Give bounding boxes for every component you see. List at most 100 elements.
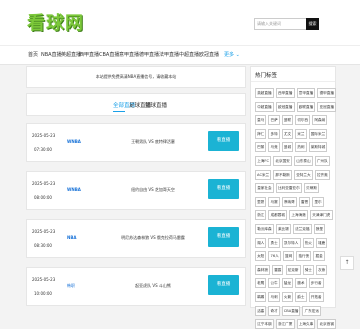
- tag-link[interactable]: 米兰: [295, 128, 307, 139]
- search-button[interactable]: 搜索: [306, 18, 319, 30]
- tag-link[interactable]: 拉齐奥: [314, 169, 330, 180]
- tag-link[interactable]: 皇马: [255, 115, 267, 126]
- nav-item-cba[interactable]: CBA直播: [99, 51, 119, 58]
- tag-link[interactable]: 曼城: [281, 142, 294, 153]
- tag-link[interactable]: 雄鹿: [316, 237, 328, 248]
- tag-link[interactable]: 德甲直播: [317, 88, 337, 98]
- tag-link[interactable]: 爵士: [295, 292, 307, 302]
- tag-link[interactable]: 热刺: [295, 142, 307, 153]
- tag-link[interactable]: 欧冠直播: [275, 101, 295, 112]
- tag-link[interactable]: 火箭: [281, 292, 294, 302]
- tag-link[interactable]: 老鹰: [255, 278, 267, 289]
- tag-link[interactable]: 魔术: [295, 278, 307, 289]
- watch-live-button[interactable]: 看直播: [208, 179, 239, 199]
- site-logo[interactable]: 看球网: [27, 9, 84, 35]
- tag-link[interactable]: 多特: [268, 128, 280, 139]
- tag-link[interactable]: 上海海港: [289, 210, 308, 221]
- tag-link[interactable]: 雷霆: [272, 264, 284, 275]
- tag-link[interactable]: 上海久事: [296, 319, 316, 329]
- tag-link[interactable]: 巴萨: [268, 115, 280, 126]
- tag-link[interactable]: 76人: [268, 251, 281, 262]
- tag-link[interactable]: 巴黎: [255, 142, 267, 153]
- tag-link[interactable]: 奇才: [268, 305, 280, 316]
- tag-link[interactable]: 凯尔特人: [281, 237, 301, 248]
- tag-link[interactable]: 公牛: [268, 278, 280, 289]
- tag-link[interactable]: 欧联直播: [296, 101, 316, 112]
- tag-link[interactable]: 尼克斯: [285, 264, 301, 275]
- tag-link[interactable]: 莱比锡: [275, 224, 291, 234]
- tag-link[interactable]: 鹈鹕: [255, 292, 267, 302]
- tag-link[interactable]: 开拓者: [308, 292, 324, 302]
- tag-link[interactable]: 浙江: [255, 210, 267, 221]
- tag-link[interactable]: 法兰克福: [292, 224, 312, 234]
- tag-link[interactable]: 浙江广厦: [275, 319, 295, 329]
- nav-item-bundesliga[interactable]: 德甲直播: [139, 51, 159, 58]
- tag-link[interactable]: 皇家社会: [255, 183, 274, 194]
- tag-link[interactable]: 摩纳哥: [281, 196, 297, 207]
- tag-link[interactable]: 切尔西: [295, 115, 311, 126]
- tag-link[interactable]: 湖人: [255, 237, 267, 248]
- nav-item-nba[interactable]: NBA直播: [41, 51, 62, 58]
- tag-link[interactable]: 灰熊: [316, 264, 328, 275]
- tag-link[interactable]: 上海FC: [255, 156, 272, 166]
- nav-item-serie-a[interactable]: 意甲直播: [119, 51, 139, 58]
- nav-item-ucl[interactable]: 欧冠直播: [199, 51, 219, 58]
- match-teams[interactable]: 起亚虎队 VS 斗山熊: [101, 283, 205, 289]
- tag-link[interactable]: 拜仁: [255, 128, 267, 139]
- match-teams[interactable]: 明尼苏达森林狼 VS 俄克拉荷马雷霆: [101, 235, 205, 241]
- tag-link[interactable]: 贝蒂斯: [304, 183, 320, 194]
- tag-link[interactable]: 国际米兰: [308, 128, 328, 139]
- tag-link[interactable]: 活塞: [255, 305, 267, 316]
- tag-link[interactable]: 辽宁本钢: [255, 319, 274, 329]
- tag-link[interactable]: 西甲直播: [275, 88, 295, 98]
- tag-link[interactable]: 森林狼: [255, 264, 271, 275]
- tag-link[interactable]: 掘金: [313, 251, 325, 262]
- tag-link[interactable]: 成都蓉城: [268, 210, 288, 221]
- nav-item-home[interactable]: 首页: [28, 51, 38, 58]
- tag-link[interactable]: 勇士: [268, 237, 280, 248]
- watch-live-button[interactable]: 看直播: [208, 227, 239, 247]
- match-teams[interactable]: 纽约自由 VS 芝加哥天空: [101, 187, 205, 193]
- tag-link[interactable]: 亚特兰大: [294, 169, 313, 180]
- tag-link[interactable]: AC米兰: [255, 169, 272, 180]
- tag-link[interactable]: 步行者: [308, 278, 324, 289]
- tag-link[interactable]: 北京首钢: [317, 319, 337, 329]
- tag-link[interactable]: 阿森纳: [312, 115, 328, 126]
- tag-link[interactable]: 马赛: [268, 196, 280, 207]
- tag-link[interactable]: 勒沃库森: [255, 224, 274, 234]
- tag-link[interactable]: 雷恩: [298, 196, 311, 207]
- tag-link[interactable]: 曼联: [281, 115, 294, 126]
- tag-link[interactable]: 比利亚雷亚尔: [275, 183, 302, 194]
- nav-item-laliga[interactable]: 西甲直播: [79, 51, 99, 58]
- tab-basketball[interactable]: 篮球直播: [145, 101, 167, 109]
- tag-link[interactable]: 骑士: [302, 264, 314, 275]
- tag-link[interactable]: 狼堡: [313, 224, 326, 234]
- tag-link[interactable]: 天津津门虎: [310, 210, 333, 221]
- tag-link[interactable]: 英超直播: [255, 88, 274, 98]
- watch-live-button[interactable]: 看直播: [208, 275, 239, 295]
- nav-item-premier-league[interactable]: 英超直播: [61, 51, 81, 58]
- watch-live-button[interactable]: 看直播: [208, 131, 239, 151]
- nav-item-csl[interactable]: 中超直播: [179, 51, 199, 58]
- tag-link[interactable]: 那不勒斯: [273, 169, 292, 180]
- tag-link[interactable]: 广东宏远: [302, 305, 322, 316]
- match-teams[interactable]: 王朝男队 VS 底特律活塞: [101, 139, 205, 145]
- tag-link[interactable]: 山东泰山: [294, 156, 313, 166]
- search-input[interactable]: 请输入关键词: [254, 18, 308, 30]
- tag-link[interactable]: 马竞: [268, 142, 280, 153]
- tag-link[interactable]: 热火: [302, 237, 314, 248]
- nav-more-menu[interactable]: 更多 ⌄: [224, 51, 240, 58]
- tag-link[interactable]: 里尔: [312, 196, 324, 207]
- tag-link[interactable]: 广州队: [314, 156, 330, 166]
- tag-link[interactable]: 猛龙: [281, 278, 294, 289]
- tag-link[interactable]: CBA直播: [281, 305, 301, 316]
- tag-link[interactable]: 北京国安: [273, 156, 292, 166]
- tag-link[interactable]: 太阳: [255, 251, 267, 262]
- tag-link[interactable]: 马刺: [268, 292, 280, 302]
- back-to-top-button[interactable]: ↑: [340, 256, 354, 270]
- tag-link[interactable]: 莱斯特城: [308, 142, 328, 153]
- tag-link[interactable]: 篮网: [282, 251, 295, 262]
- tag-link[interactable]: 中超直播: [255, 101, 274, 112]
- tag-link[interactable]: 独行侠: [296, 251, 312, 262]
- tag-link[interactable]: 亚冠直播: [317, 101, 337, 112]
